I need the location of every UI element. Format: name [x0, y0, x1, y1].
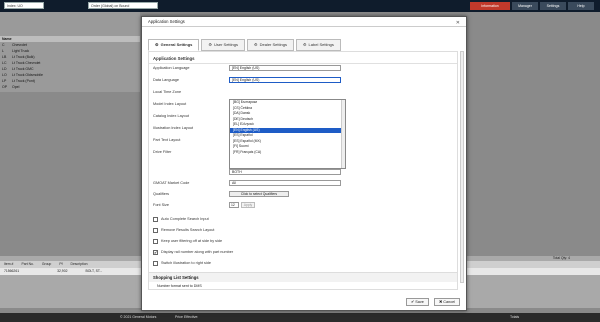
cell: 32,902 — [57, 269, 68, 273]
font-size-input[interactable]: 12 — [229, 202, 239, 208]
help-button[interactable]: Help — [568, 2, 594, 10]
dialog-title-bar: Application Settings ✕ — [142, 17, 466, 27]
list-item-name: Opel — [12, 85, 20, 89]
remove-results-checkbox[interactable] — [153, 228, 158, 233]
field-label: Data Language — [153, 78, 179, 82]
field-label: Local Time Zone — [153, 90, 182, 94]
data-language-select[interactable]: [EN] English (US) — [229, 77, 341, 83]
field-label: Qualifiers — [153, 192, 170, 196]
dropdown-scrollbar[interactable] — [341, 100, 345, 168]
shopping-list-subtitle: Number format sent to DMS — [157, 284, 202, 288]
apply-button[interactable]: Apply — [241, 202, 255, 208]
save-label: Save — [415, 300, 424, 304]
section-title: Application Settings — [149, 52, 457, 64]
vehicle-list: Name C Chevrolet L Light Truck LB Lt Truck … — [0, 12, 140, 92]
col-header[interactable]: Group — [38, 261, 55, 268]
drive-filter-select[interactable]: BOTH — [229, 169, 341, 175]
tab-dealer-settings[interactable]: ⚙ Dealer Settings — [247, 39, 294, 51]
settings-tabs: ⚙ General Settings ⚙ User Settings ⚙ Dealer… — [148, 39, 341, 51]
top-bar: Index: UO Order (Global) on Bound Inform… — [0, 0, 600, 12]
switch-illustration-checkbox[interactable] — [153, 261, 158, 266]
checkbox-label: Switch illustration to right side — [161, 261, 212, 265]
general-settings-panel: Application Settings Application Languag… — [148, 51, 458, 281]
tab-label-settings[interactable]: ⚙ Label Settings — [295, 39, 341, 51]
cancel-button[interactable]: ✖ Cancel — [434, 298, 461, 306]
cancel-label: Cancel — [443, 300, 456, 304]
gear-icon: ⚙ — [208, 42, 212, 47]
list-item[interactable]: OP Opel — [0, 84, 140, 90]
shopping-list-title: Shopping List Settings — [149, 273, 457, 282]
save-button[interactable]: ✔ Save — [406, 298, 429, 306]
status-bar: © 2021 General Motors Price Effective: T… — [0, 313, 600, 322]
gear-icon: ⚙ — [155, 42, 159, 47]
checkbox-label: Auto Complete Search Input — [161, 217, 209, 221]
display-rail-number-checkbox[interactable] — [153, 250, 158, 255]
tab-user-settings[interactable]: ⚙ User Settings — [201, 39, 245, 51]
field-label: GMOAT Market Code — [153, 181, 190, 185]
tab-general-settings[interactable]: ⚙ General Settings — [148, 39, 200, 51]
checkbox-label: Remove Results Search Layout — [161, 228, 215, 232]
auto-complete-checkbox[interactable] — [153, 217, 158, 222]
info-tab-button[interactable]: Information — [470, 2, 510, 10]
cell: BOLT, ST... — [85, 269, 103, 273]
language-dropdown-list[interactable]: [BG] Български [CS] Čeština [DA] Dansk [… — [229, 99, 346, 169]
manager-button[interactable]: Manager — [512, 2, 538, 10]
settings-dialog: Application Settings ✕ ⚙ General Settings… — [141, 16, 467, 311]
field-label: Model Index Layout — [153, 102, 187, 106]
checkbox-label: Keep user filtering off at side by side — [161, 239, 223, 243]
tab-label: Dealer Settings — [259, 42, 287, 47]
col-header[interactable]: Pf — [55, 261, 66, 268]
field-label: Font Size — [153, 203, 170, 207]
cell: 71566261 — [4, 269, 20, 273]
checkbox-label: Display rail number along with part numb… — [161, 250, 234, 254]
shopping-list-section: Shopping List Settings Number format sen… — [148, 272, 458, 290]
price-effective-text: Price Effective: — [175, 315, 199, 319]
index-search-input[interactable]: Index: UO — [4, 2, 44, 9]
col-header[interactable]: Part No. — [17, 261, 37, 268]
copyright-text: © 2021 General Motors — [120, 315, 157, 319]
qualifiers-button[interactable]: Click to select Qualifiers — [229, 191, 289, 197]
list-item-code: OP — [2, 85, 8, 89]
field-label: Illustration Index Layout — [153, 126, 194, 130]
gear-icon: ⚙ — [302, 42, 307, 47]
tab-label: General Settings — [160, 42, 193, 47]
field-label: Drive Filter — [153, 150, 172, 154]
market-code-select[interactable]: All — [229, 180, 341, 186]
close-icon[interactable]: ✕ — [456, 18, 460, 28]
totals-text: Totals — [510, 315, 520, 319]
gear-icon: ⚙ — [254, 42, 258, 47]
keep-filtering-checkbox[interactable] — [153, 239, 158, 244]
col-header[interactable]: Description — [67, 261, 92, 268]
col-header[interactable]: Item # — [0, 261, 17, 268]
field-label: Part Text Layout — [153, 138, 181, 142]
application-language-select[interactable]: [EN] English (US) — [229, 65, 341, 71]
settings-button[interactable]: Settings — [540, 2, 566, 10]
dropdown-option[interactable]: [FR] Français (CA) — [230, 150, 345, 156]
tab-label: User Settings — [213, 42, 238, 47]
field-label: Application Language — [153, 66, 190, 70]
dialog-scrollbar[interactable] — [460, 51, 464, 283]
dialog-title: Application Settings — [148, 19, 185, 24]
order-input[interactable]: Order (Global) on Bound — [88, 2, 158, 9]
field-label: Catalog Index Layout — [153, 114, 189, 118]
tab-label: Label Settings — [308, 42, 334, 47]
